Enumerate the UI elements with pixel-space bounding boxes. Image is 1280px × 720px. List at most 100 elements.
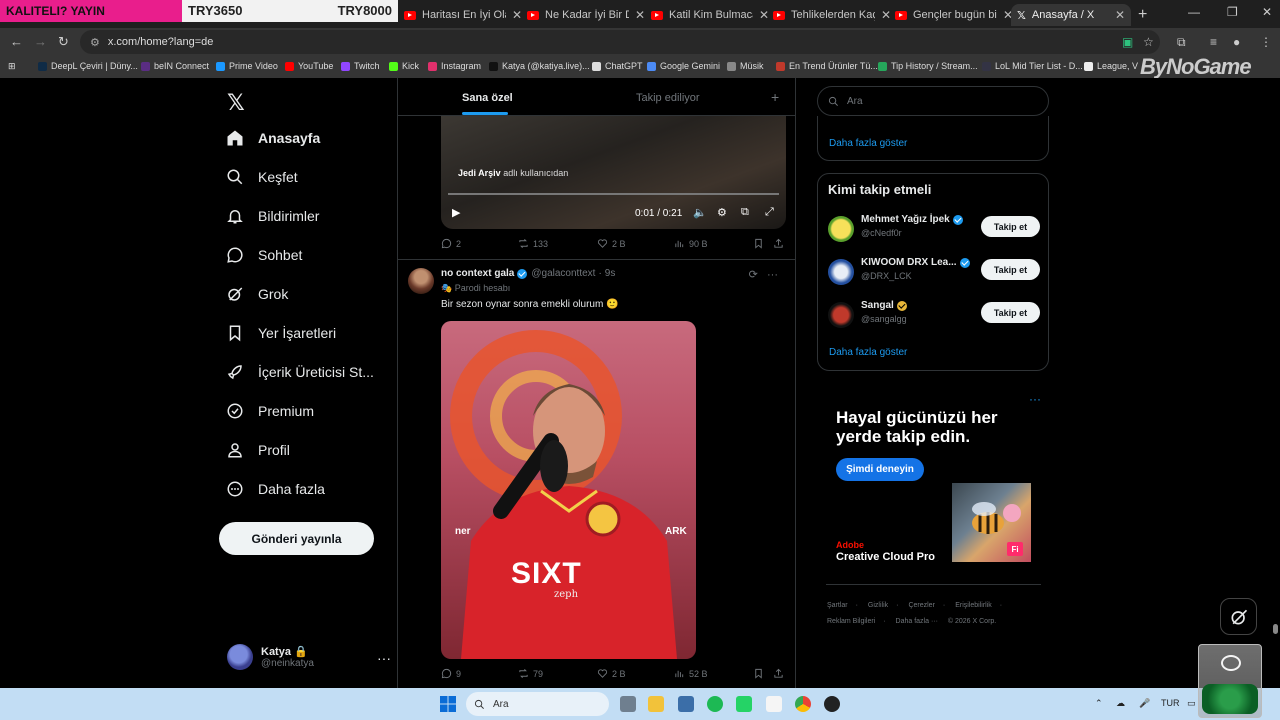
browser-tab-1[interactable]: Haritası En İyi Olan B ✕: [398, 4, 528, 26]
site-info-icon[interactable]: ⚙: [90, 36, 100, 49]
share-button[interactable]: [773, 668, 788, 679]
bookmark-item[interactable]: Google Gemini: [647, 61, 720, 71]
search-input[interactable]: Ara: [817, 86, 1049, 116]
bookmark-item[interactable]: Twitch: [341, 61, 380, 71]
bookmark-button[interactable]: [753, 668, 768, 679]
promoted-ad[interactable]: ··· Hayal gücünüzü her yerde takip edin.…: [826, 388, 1041, 578]
avatar[interactable]: [408, 268, 434, 294]
windows-start-icon[interactable]: [440, 696, 456, 712]
bookmark-item[interactable]: beIN Connect: [141, 61, 209, 71]
browser-tab-4[interactable]: Tehlikelerden Kaçıp K ✕: [767, 4, 897, 26]
show-more-link[interactable]: Daha fazla göster: [829, 347, 907, 358]
grok-floating-button[interactable]: [1220, 598, 1257, 635]
microphone-icon[interactable]: 🎤: [1139, 698, 1150, 709]
spotify-icon[interactable]: [707, 696, 723, 712]
close-tab-icon[interactable]: ✕: [1115, 8, 1125, 22]
nav-item-home[interactable]: Anasayfa: [226, 129, 320, 147]
reload-icon[interactable]: ↻: [58, 34, 69, 50]
tweet-image[interactable]: SIXT zeph ner ARK: [441, 321, 696, 659]
follow-suggestion[interactable]: KIWOOM DRX Lea... @DRX_LCK Takip et: [828, 257, 1040, 289]
obs-icon[interactable]: [824, 696, 840, 712]
more-icon[interactable]: ···: [767, 269, 778, 281]
browser-tab-5[interactable]: Gençler bugün bir ba ✕: [889, 4, 1019, 26]
translate-icon[interactable]: ▣: [1122, 35, 1133, 49]
close-window-icon[interactable]: ✕: [1262, 5, 1272, 19]
settings-icon[interactable]: ⚙: [717, 206, 727, 219]
bookmark-item[interactable]: DeepL Çeviri | Düny...: [38, 61, 138, 71]
back-icon[interactable]: ←: [10, 34, 23, 49]
footer-link[interactable]: Reklam Bilgileri: [827, 618, 875, 625]
repost-button[interactable]: 79: [518, 668, 543, 679]
notepad-icon[interactable]: [766, 696, 782, 712]
bookmark-item[interactable]: League, V: [1084, 61, 1138, 71]
browser-tab-2[interactable]: Ne Kadar İyi Bir Dede ✕: [521, 4, 651, 26]
bookmark-item[interactable]: ChatGPT: [592, 61, 643, 71]
footer-link[interactable]: Erişilebilirlik: [955, 602, 992, 609]
follow-button[interactable]: Takip et: [981, 302, 1040, 323]
play-icon[interactable]: ▶: [452, 206, 460, 219]
whatsapp-icon[interactable]: [736, 696, 752, 712]
video-progress-bar[interactable]: [448, 193, 779, 195]
bookmark-item[interactable]: Kick: [389, 61, 419, 71]
bookmark-item[interactable]: Instagram: [428, 61, 481, 71]
nav-item-more[interactable]: Daha fazla: [226, 480, 325, 498]
follow-button[interactable]: Takip et: [981, 216, 1040, 237]
follow-suggestion[interactable]: Mehmet Yağız İpek @cNedf0r Takip et: [828, 214, 1040, 246]
footer-link[interactable]: Daha fazla ···: [896, 618, 938, 625]
apps-grid-icon[interactable]: ⊞: [8, 61, 16, 72]
forward-icon[interactable]: →: [34, 34, 47, 49]
close-tab-icon[interactable]: ✕: [635, 8, 645, 22]
nav-item-explore[interactable]: Keşfet: [226, 168, 298, 186]
menu-icon[interactable]: ⋮: [1260, 35, 1272, 49]
bookmark-item[interactable]: En Trend Ürünler Tü...: [776, 61, 878, 71]
chrome-icon[interactable]: [795, 696, 811, 712]
views-button[interactable]: 90 B: [674, 238, 708, 249]
share-button[interactable]: [773, 238, 788, 249]
tweet-time[interactable]: 9s: [605, 268, 616, 279]
bookmark-item[interactable]: Müsik: [727, 61, 764, 71]
nav-item-premium[interactable]: Premium: [226, 402, 314, 420]
nav-item-creator-studio[interactable]: İçerik Üreticisi St...: [226, 363, 374, 381]
calculator-icon[interactable]: [620, 696, 636, 712]
pip-icon[interactable]: ⧉: [741, 206, 749, 219]
profile-icon[interactable]: ●: [1233, 35, 1240, 49]
media-icon[interactable]: ≡: [1210, 35, 1217, 49]
extensions-icon[interactable]: ⧉: [1177, 35, 1186, 50]
account-switcher[interactable]: Katya 🔒 @neinkatya ···: [227, 644, 391, 670]
new-tab-icon[interactable]: +: [1138, 6, 1147, 24]
star-icon[interactable]: ☆: [1143, 35, 1154, 49]
tweet-handle[interactable]: @galaconttext: [531, 268, 595, 279]
nav-item-grok[interactable]: Grok: [226, 285, 288, 303]
nav-item-profile[interactable]: Profil: [226, 441, 290, 459]
bookmark-button[interactable]: [753, 238, 768, 249]
nav-item-notifications[interactable]: Bildirimler: [226, 207, 319, 225]
tweet-author-name[interactable]: no context gala: [441, 268, 514, 279]
nav-item-chat[interactable]: Sohbet: [226, 246, 302, 264]
x-logo-icon[interactable]: 𝕏: [227, 90, 245, 116]
show-more-link[interactable]: Daha fazla göster: [829, 138, 907, 149]
page-scrollbar[interactable]: [1270, 78, 1280, 688]
like-button[interactable]: 2 B: [597, 668, 626, 679]
url-field[interactable]: ⚙ x.com/home?lang=de: [80, 30, 1160, 54]
bookmark-item[interactable]: LoL Mid Tier List - D...: [982, 61, 1083, 71]
tab-for-you[interactable]: Sana özel: [462, 92, 513, 104]
footer-link[interactable]: Şartlar: [827, 602, 848, 609]
bookmark-item[interactable]: YouTube: [285, 61, 333, 71]
minimize-icon[interactable]: —: [1188, 5, 1200, 19]
footer-link[interactable]: Çerezler: [908, 602, 934, 609]
maximize-icon[interactable]: ❐: [1227, 5, 1238, 19]
like-button[interactable]: 2 B: [597, 238, 626, 249]
fullscreen-icon[interactable]: ⤢: [765, 206, 774, 219]
bookmark-item[interactable]: Tip History / Stream...: [878, 61, 978, 71]
tray-overflow-icon[interactable]: ⌃: [1095, 698, 1103, 709]
tab-following[interactable]: Takip ediliyor: [636, 92, 700, 104]
more-icon[interactable]: ···: [1029, 392, 1041, 406]
ad-cta-button[interactable]: Şimdi deneyin: [836, 458, 924, 481]
volume-icon[interactable]: 🔈: [693, 206, 707, 219]
browser-tab-active[interactable]: 𝕏 Anasayfa / X ✕: [1011, 4, 1131, 26]
grok-icon[interactable]: ⟳: [749, 269, 758, 281]
mail-icon[interactable]: [678, 696, 694, 712]
file-explorer-icon[interactable]: [648, 696, 664, 712]
follow-button[interactable]: Takip et: [981, 259, 1040, 280]
add-tab-icon[interactable]: +: [771, 89, 779, 105]
